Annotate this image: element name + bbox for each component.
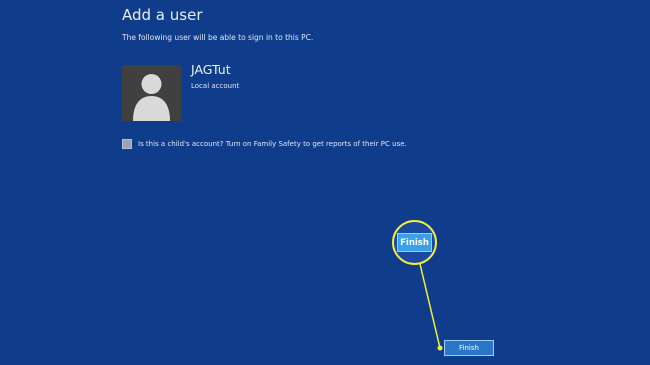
callout-pointer-line [419, 263, 443, 351]
finish-callout-magnifier: Finish [392, 220, 437, 265]
finish-callout-label: Finish [397, 233, 432, 252]
finish-button[interactable]: Finish [444, 340, 494, 356]
